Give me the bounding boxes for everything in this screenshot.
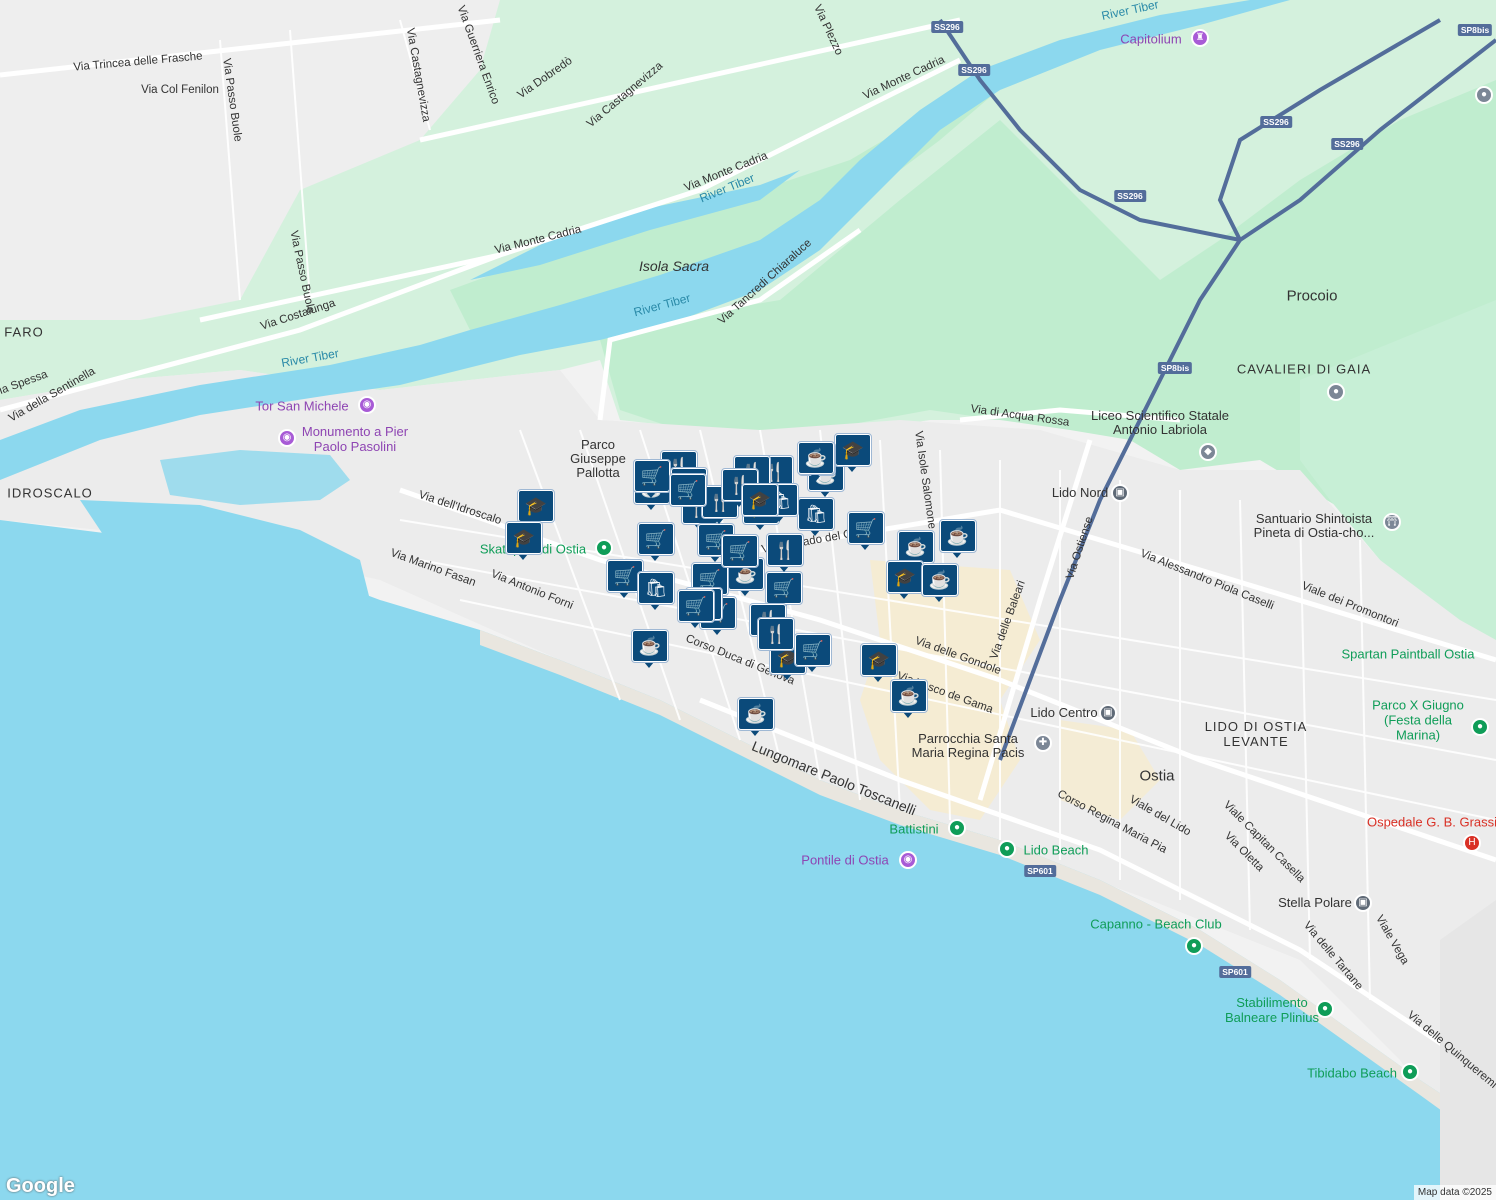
shopping-marker[interactable]: 🛒 xyxy=(721,534,759,573)
route-shield: SS296 xyxy=(1331,138,1363,150)
place-icon[interactable]: ● xyxy=(1327,383,1345,401)
shopping-icon: 🛒 xyxy=(765,571,803,605)
cafe-icon: ☕ xyxy=(939,519,977,553)
camera-icon[interactable]: ◉ xyxy=(899,851,917,869)
train-icon[interactable]: ▣ xyxy=(1111,484,1129,502)
route-shield: SP601 xyxy=(1219,966,1251,978)
education-icon: 🎓 xyxy=(834,433,872,467)
google-logo: Google xyxy=(6,1175,75,1197)
cafe-icon: ☕ xyxy=(631,629,669,663)
museum-icon[interactable]: ♜ xyxy=(1191,29,1209,47)
school-icon[interactable]: ◆ xyxy=(1199,443,1217,461)
route-shield: SP601 xyxy=(1024,865,1056,877)
bag-icon: 🛍 xyxy=(797,497,835,531)
park-icon[interactable]: ● xyxy=(1316,1000,1334,1018)
route-shield: SS296 xyxy=(1114,190,1146,202)
park-icon[interactable]: ● xyxy=(1471,718,1489,736)
shopping-marker[interactable]: 🛒 xyxy=(669,473,707,512)
park-icon[interactable]: ● xyxy=(1401,1063,1419,1081)
bag-icon: 🛍 xyxy=(637,571,675,605)
cafe-icon: ☕ xyxy=(890,679,928,713)
cafe-marker[interactable]: ☕ xyxy=(737,697,775,736)
cafe-icon: ☕ xyxy=(737,697,775,731)
place-icon[interactable]: ● xyxy=(1475,86,1493,104)
education-marker[interactable]: 🎓 xyxy=(505,521,543,560)
camera-icon[interactable]: ◉ xyxy=(278,429,296,447)
education-icon: 🎓 xyxy=(860,643,898,677)
shrine-icon[interactable]: ⛩ xyxy=(1383,513,1401,531)
education-marker[interactable]: 🎓 xyxy=(834,433,872,472)
education-marker[interactable]: 🎓 xyxy=(886,560,924,599)
education-marker[interactable]: 🎓 xyxy=(517,489,555,528)
route-shield: SS296 xyxy=(958,64,990,76)
cafe-icon: ☕ xyxy=(897,530,935,564)
cafe-marker[interactable]: ☕ xyxy=(631,629,669,668)
education-marker[interactable]: 🎓 xyxy=(741,483,779,522)
education-icon: 🎓 xyxy=(505,521,543,555)
shopping-marker[interactable]: 🛒 xyxy=(794,633,832,672)
bag-marker[interactable]: 🛍 xyxy=(637,571,675,610)
park-icon[interactable]: ● xyxy=(948,819,966,837)
map-attribution: Map data ©2025 xyxy=(1413,1185,1496,1200)
train-icon[interactable]: ▣ xyxy=(1354,894,1372,912)
route-shield: SP8bis xyxy=(1457,24,1493,36)
shopping-icon: 🛒 xyxy=(794,633,832,667)
education-icon: 🎓 xyxy=(517,489,555,523)
route-shield: SS296 xyxy=(1260,116,1292,128)
shopping-icon: 🛒 xyxy=(669,473,707,507)
shopping-icon: 🛒 xyxy=(847,511,885,545)
cafe-marker[interactable]: ☕ xyxy=(939,519,977,558)
cafe-icon: ☕ xyxy=(797,441,835,475)
restaurant-icon: 🍴 xyxy=(757,617,795,651)
shopping-marker[interactable]: 🛒 xyxy=(677,589,715,628)
cafe-marker[interactable]: ☕ xyxy=(921,563,959,602)
map-base xyxy=(0,0,1496,1200)
route-shield: SP8bis xyxy=(1157,362,1193,374)
route-shield: SS296 xyxy=(931,21,963,33)
shopping-icon: 🛒 xyxy=(721,534,759,568)
camera-icon[interactable]: ◉ xyxy=(358,396,376,414)
shopping-marker[interactable]: 🛒 xyxy=(765,571,803,610)
train-icon[interactable]: ▣ xyxy=(1099,704,1117,722)
park-icon[interactable]: ● xyxy=(1185,937,1203,955)
shopping-marker[interactable]: 🛒 xyxy=(847,511,885,550)
education-icon: 🎓 xyxy=(741,483,779,517)
shopping-icon: 🛒 xyxy=(637,522,675,556)
park-icon[interactable]: ● xyxy=(595,539,613,557)
cafe-marker[interactable]: ☕ xyxy=(797,441,835,480)
shopping-icon: 🛒 xyxy=(633,459,671,493)
shopping-marker[interactable]: 🛒 xyxy=(633,459,671,498)
restaurant-marker[interactable]: 🍴 xyxy=(766,533,804,572)
shopping-marker[interactable]: 🛒 xyxy=(637,522,675,561)
hospital-icon[interactable]: H xyxy=(1463,834,1481,852)
map-canvas[interactable]: Via Trincea delle Frasche Via Col Fenilo… xyxy=(0,0,1496,1200)
bag-marker[interactable]: 🛍 xyxy=(797,497,835,536)
shopping-icon: 🛒 xyxy=(677,589,715,623)
cafe-marker[interactable]: ☕ xyxy=(890,679,928,718)
restaurant-marker[interactable]: 🍴 xyxy=(757,617,795,656)
restaurant-icon: 🍴 xyxy=(766,533,804,567)
church-icon[interactable]: ✚ xyxy=(1034,734,1052,752)
cafe-icon: ☕ xyxy=(921,563,959,597)
education-marker[interactable]: 🎓 xyxy=(860,643,898,682)
education-icon: 🎓 xyxy=(886,560,924,594)
park-icon[interactable]: ● xyxy=(998,840,1016,858)
